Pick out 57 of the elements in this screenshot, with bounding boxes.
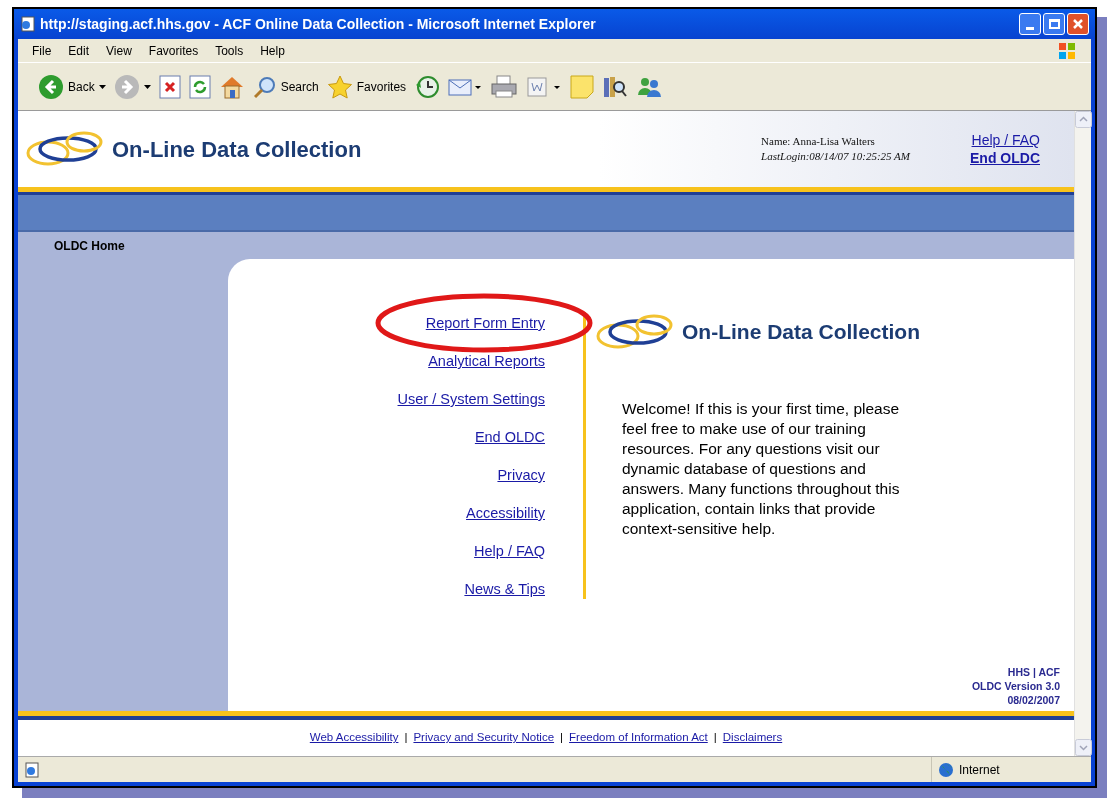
menu-item[interactable]: Help	[260, 41, 285, 60]
window-title: http://staging.acf.hhs.gov - ACF Online Data Collection - Microsoft Internet Explorer	[40, 14, 596, 34]
separator: |	[713, 730, 717, 746]
nav-link[interactable]: News & Tips	[464, 580, 545, 599]
stop-icon[interactable]	[158, 74, 181, 99]
menu-item[interactable]: File	[32, 41, 52, 60]
footer-link[interactable]: Freedom of Information Act	[569, 729, 708, 747]
books-magnifier-icon[interactable]	[602, 74, 629, 99]
header-link[interactable]: Help / FAQ	[971, 131, 1040, 149]
dropdown-caret-icon[interactable]	[143, 84, 151, 89]
nav-link[interactable]: End OLDC	[474, 428, 545, 447]
dropdown-caret-icon[interactable]	[98, 84, 106, 89]
footer-link[interactable]: Privacy and Security Notice	[413, 729, 555, 747]
scroll-up-icon[interactable]	[1075, 111, 1092, 128]
globe-icon	[938, 761, 954, 778]
last-login: LastLogin:08/14/07 10:25:25 AM	[761, 149, 910, 164]
breadcrumb: OLDC Home	[54, 237, 125, 255]
version-info: HHS | ACF	[1007, 665, 1060, 679]
toolbar-label[interactable]: Search	[280, 77, 319, 96]
separator: |	[560, 730, 564, 746]
nav-link[interactable]: User / System Settings	[397, 390, 545, 409]
version-info: 08/02/2007	[1007, 693, 1060, 707]
nav-link[interactable]: Privacy	[497, 466, 545, 485]
maximize-button[interactable]	[1043, 13, 1065, 35]
refresh-icon[interactable]	[188, 74, 211, 99]
nav-link[interactable]: Analytical Reports	[428, 352, 545, 371]
separator: |	[404, 730, 408, 746]
close-icon	[1072, 18, 1084, 30]
word-document-icon[interactable]	[526, 74, 563, 99]
welcome-title: On-Line Data Collection	[682, 319, 920, 346]
windows-flag-icon	[1057, 40, 1077, 61]
minimize-button[interactable]	[1019, 13, 1041, 35]
star-icon[interactable]	[326, 74, 353, 99]
scroll-down-icon[interactable]	[1075, 739, 1092, 756]
welcome-text: Welcome! If this is your first time, please feel free to make use of our training resources. For any questions visit our dynamic database of questions and answers. Many functions throughout this application, contain links that provide context-sensitive help.	[622, 399, 901, 539]
close-button[interactable]	[1067, 13, 1089, 35]
printer-icon[interactable]	[490, 74, 519, 99]
menu-item[interactable]: Tools	[215, 41, 244, 60]
zone-label: Internet	[959, 761, 1000, 779]
version-info: OLDC Version 3.0	[971, 679, 1060, 693]
toolbar-label[interactable]: Favorites	[356, 77, 407, 96]
page-status-icon	[24, 761, 40, 778]
header-link[interactable]: End OLDC	[970, 149, 1040, 167]
history-clock-icon[interactable]	[414, 74, 441, 99]
nav-link[interactable]: Report Form Entry	[425, 314, 545, 333]
menu-item[interactable]: Favorites	[148, 41, 199, 60]
nav-link[interactable]: Help / FAQ	[474, 542, 545, 561]
site-title: On-Line Data Collection	[112, 135, 362, 164]
toolbar-label[interactable]: Back	[68, 77, 95, 96]
menu-item[interactable]: View	[106, 41, 132, 60]
footer-link[interactable]: Disclaimers	[722, 729, 783, 747]
search-icon[interactable]	[252, 74, 277, 99]
nav-link[interactable]: Accessibility	[466, 504, 545, 523]
page-icon	[20, 16, 36, 32]
user-name: Name: Anna-Lisa Walters	[761, 134, 876, 149]
menu-item[interactable]: Edit	[68, 41, 90, 60]
footer-link[interactable]: Web Accessibility	[309, 729, 399, 747]
